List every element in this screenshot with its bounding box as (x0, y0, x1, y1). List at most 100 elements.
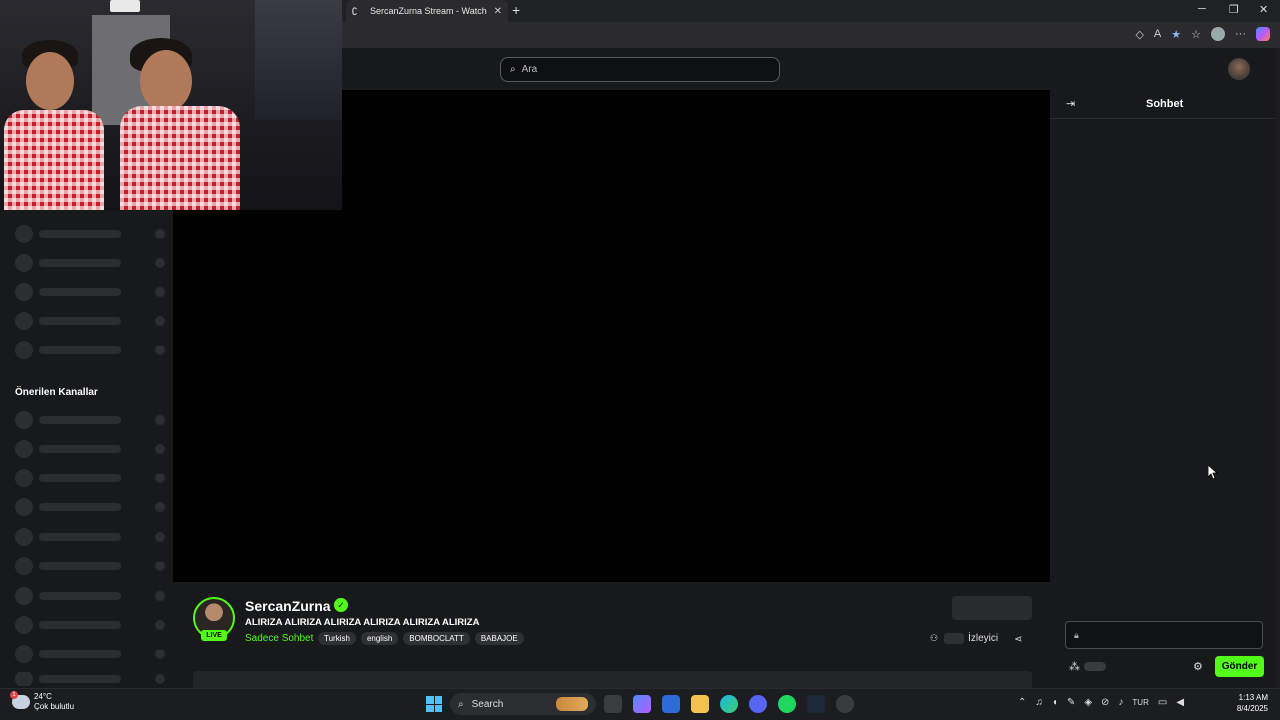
maximize-button[interactable]: ❐ (1229, 3, 1239, 16)
sidebar-item[interactable] (15, 283, 165, 301)
sidebar-item[interactable] (15, 645, 165, 663)
viewer-count: ⚇ İzleyici (930, 633, 998, 644)
tab-close-icon[interactable]: ✕ (494, 6, 502, 17)
bread-widget-icon (556, 697, 588, 711)
weather-badge: 1 (10, 691, 18, 699)
screen: ʗ SercanZurna Stream - Watch Live ✕ + ─ … (0, 0, 1280, 720)
viewer-count-placeholder (155, 316, 165, 326)
viewers-icon: ⚇ (930, 633, 939, 643)
new-tab-button[interactable]: + (512, 2, 520, 18)
person-apron (120, 106, 240, 210)
person-apron (4, 110, 104, 210)
viewer-count-placeholder (155, 473, 165, 483)
channel-name-placeholder (39, 445, 121, 453)
windows-start-icon[interactable] (426, 696, 442, 712)
browser-tab[interactable]: ʗ SercanZurna Stream - Watch Live ✕ (346, 0, 508, 22)
app-icon[interactable] (836, 695, 854, 713)
viewer-count-placeholder (155, 532, 165, 542)
search-icon: ⌕ (510, 64, 516, 75)
read-aloud-icon[interactable]: A (1154, 28, 1161, 40)
viewer-count-placeholder (155, 258, 165, 268)
stream-tag[interactable]: BABAJOE (474, 632, 524, 645)
stream-tag[interactable]: english (360, 632, 399, 645)
profile-icon[interactable] (1211, 27, 1225, 41)
sidebar-item[interactable] (15, 469, 165, 487)
sidebar-item[interactable] (15, 254, 165, 272)
channel-avatar-placeholder (15, 469, 33, 487)
close-window-button[interactable]: ✕ (1259, 3, 1268, 16)
sidebar-item[interactable] (15, 440, 165, 458)
pen-icon[interactable]: ✎ (1067, 697, 1075, 708)
sidebar-item[interactable] (15, 557, 165, 575)
sidebar-item[interactable] (15, 672, 165, 686)
kick-icon: ʗ (352, 5, 357, 16)
search-input[interactable]: ⌕ Ara (500, 57, 780, 82)
viewer-count-placeholder (155, 415, 165, 425)
points-placeholder (1084, 662, 1106, 671)
copilot-icon[interactable] (1256, 27, 1270, 41)
stream-title: ALIRIZA ALIRIZA ALIRIZA ALIRIZA ALIRIZA … (245, 617, 480, 628)
spotify-icon[interactable] (778, 695, 796, 713)
channel-name-placeholder (39, 562, 121, 570)
cam-background-window (255, 0, 342, 120)
taskbar-apps (604, 695, 854, 713)
store-icon[interactable] (662, 695, 680, 713)
favorites-icon[interactable]: ☆ (1191, 28, 1201, 41)
sidebar-item[interactable] (15, 411, 165, 429)
display-icon[interactable]: ▭ (1158, 697, 1167, 708)
minimize-button[interactable]: ─ (1198, 3, 1206, 15)
sidebar-item[interactable] (15, 312, 165, 330)
copilot-app-icon[interactable] (633, 695, 651, 713)
network-off-icon[interactable]: ⊘ (1101, 697, 1109, 708)
more-menu-icon[interactable]: ··· (1235, 28, 1246, 40)
file-explorer-icon[interactable] (691, 695, 709, 713)
language-indicator[interactable]: TUR (1132, 698, 1148, 707)
sidebar-item[interactable] (15, 341, 165, 359)
user-avatar[interactable] (1228, 58, 1250, 80)
taskbar-search[interactable]: ⌕ Search (450, 693, 596, 715)
favorite-star-icon[interactable]: ★ (1171, 28, 1181, 41)
stream-category[interactable]: Sadece Sohbet (245, 633, 313, 644)
stream-tag[interactable]: Turkish (318, 632, 356, 645)
tag-icon[interactable]: ◇ (1135, 28, 1143, 41)
channel-avatar-placeholder (15, 411, 33, 429)
steam-icon[interactable] (807, 695, 825, 713)
discord-icon[interactable] (749, 695, 767, 713)
browser-toolbar: ◇ A ★ ☆ ··· (1135, 27, 1270, 41)
taskbar-clock[interactable]: 1:13 AM 8/4/2025 (1230, 692, 1268, 714)
follow-button-placeholder[interactable] (952, 596, 1032, 620)
collapse-chat-icon[interactable]: ⇥ (1066, 97, 1075, 110)
sidebar-item[interactable] (15, 587, 165, 605)
send-chat-button[interactable]: Gönder (1215, 656, 1264, 677)
sidebar-item[interactable] (15, 528, 165, 546)
viewer-count-placeholder (155, 674, 165, 684)
verified-badge-icon: ✓ (334, 598, 348, 612)
viewer-count-placeholder (155, 649, 165, 659)
microphone-icon[interactable]: ♪ (1118, 697, 1123, 708)
sidebar-item[interactable] (15, 498, 165, 516)
weather-widget[interactable]: 1 24°C Çok bulutlu (10, 691, 74, 712)
channel-name-placeholder (39, 259, 121, 267)
headset-icon[interactable]: ♫ (1035, 697, 1043, 708)
chat-settings-gear-icon[interactable]: ⚙ (1193, 660, 1203, 673)
cam-background-light (110, 0, 140, 12)
stream-tag[interactable]: BOMBOCLATT (403, 632, 470, 645)
viewer-count-placeholder (155, 287, 165, 297)
volume-mixer-icon[interactable]: ◖ (1052, 697, 1058, 708)
chevron-up-icon[interactable]: ⌃ (1018, 697, 1026, 708)
emote-icon[interactable]: ⁂ (1069, 660, 1080, 673)
sidebar-item[interactable] (15, 616, 165, 634)
edge-icon[interactable] (720, 695, 738, 713)
viewer-count-placeholder (155, 591, 165, 601)
viewer-count-placeholder (155, 561, 165, 571)
task-view-icon[interactable] (604, 695, 622, 713)
person-head (26, 52, 74, 110)
page-scrollbar[interactable] (1276, 48, 1280, 688)
share-icon[interactable]: ⋖ (1014, 634, 1022, 645)
speaker-icon[interactable]: ◀ (1176, 697, 1184, 708)
steam-tray-icon[interactable]: ◈ (1084, 697, 1092, 708)
sidebar-item[interactable] (15, 225, 165, 243)
cloud-icon: 1 (10, 691, 30, 709)
chat-message-input[interactable]: 🔒︎ (1065, 621, 1263, 649)
channel-name[interactable]: SercanZurna (245, 598, 331, 614)
